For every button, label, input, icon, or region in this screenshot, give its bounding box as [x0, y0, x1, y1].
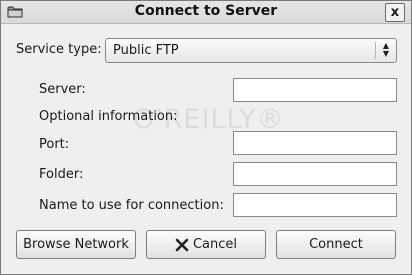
- connection-name-field[interactable]: [233, 193, 397, 217]
- folder-input[interactable]: [234, 163, 396, 185]
- service-type-label-text: Service type:: [16, 42, 102, 57]
- cancel-button[interactable]: Cancel: [146, 230, 266, 259]
- up-down-arrows-icon: ▲ ▼: [382, 41, 390, 58]
- connection-name-label: Name to use for connection:: [39, 198, 224, 213]
- connect-label: Connect: [309, 237, 363, 252]
- server-input[interactable]: [234, 79, 396, 101]
- browse-network-label: Browse Network: [23, 237, 129, 252]
- window-title: Connect to Server: [134, 3, 278, 19]
- optional-information-label: Optional information:: [39, 109, 178, 124]
- connection-name-input[interactable]: [234, 194, 396, 216]
- connect-button[interactable]: Connect: [276, 230, 396, 259]
- port-input[interactable]: [234, 132, 396, 154]
- port-label: Port:: [39, 137, 70, 152]
- server-label: Server:: [39, 82, 86, 97]
- service-type-label: Service type:: [16, 42, 102, 57]
- dropdown-separator: [375, 42, 376, 59]
- close-button[interactable]: x: [385, 3, 405, 22]
- port-field[interactable]: [233, 131, 397, 155]
- server-field[interactable]: [233, 78, 397, 102]
- service-type-value: Public FTP: [113, 43, 179, 58]
- service-type-dropdown[interactable]: Public FTP ▲ ▼: [105, 38, 397, 63]
- cancel-label: Cancel: [192, 237, 238, 252]
- connect-to-server-dialog: Connect to Server x O'REILLY® Service ty…: [0, 0, 412, 275]
- title-bar: Connect to Server x: [1, 1, 411, 24]
- folder-field[interactable]: [233, 162, 397, 186]
- folder-label: Folder:: [39, 167, 84, 182]
- browse-network-button[interactable]: Browse Network: [16, 230, 136, 259]
- cancel-x-icon: [175, 238, 189, 251]
